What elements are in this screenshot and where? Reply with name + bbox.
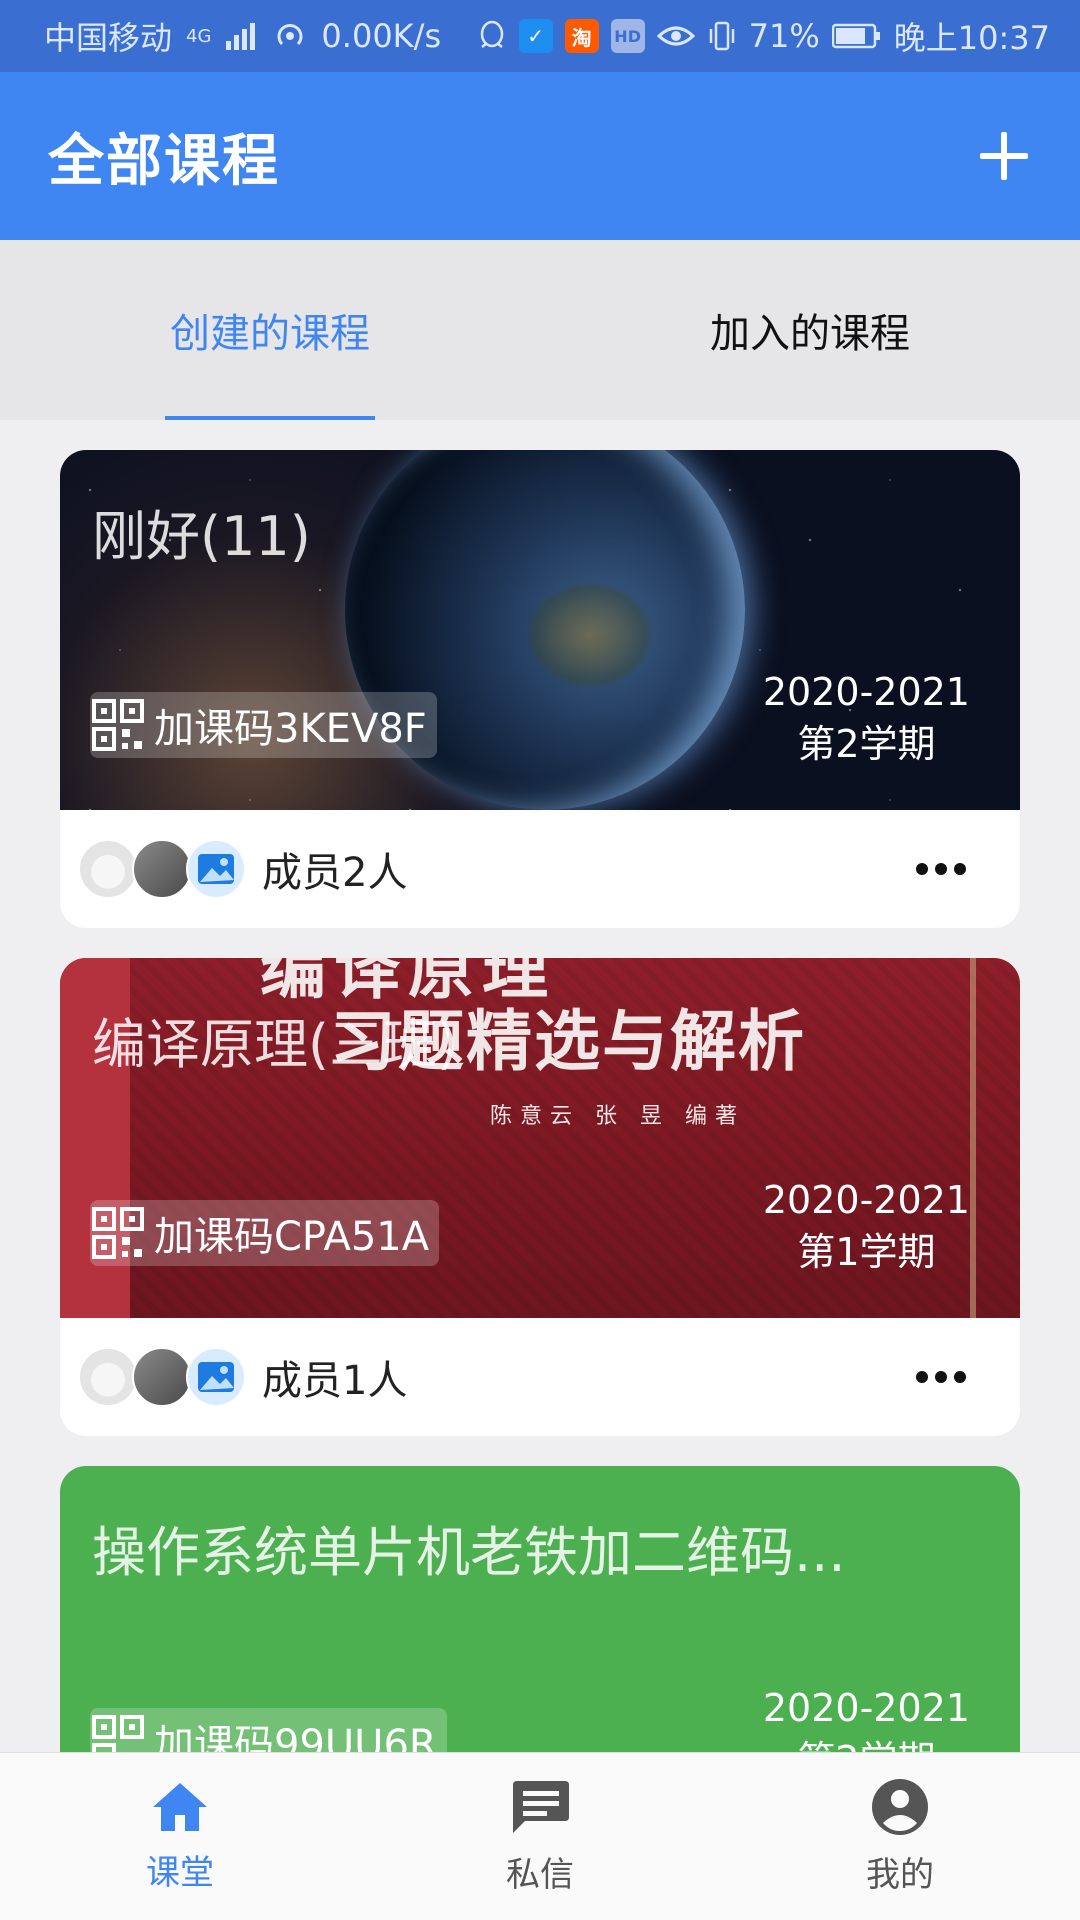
avatar (132, 1347, 192, 1407)
carrier-label: 中国移动 (44, 19, 173, 57)
nav-me[interactable]: 我的 (720, 1753, 1080, 1920)
more-dot (935, 863, 947, 875)
avatar (132, 839, 192, 899)
member-avatars (78, 839, 246, 899)
qr-code-icon (92, 699, 144, 751)
add-course-button[interactable] (976, 128, 1032, 184)
member-count: 成员2人 (262, 850, 408, 896)
account-icon (872, 1779, 928, 1835)
term-year: 2020-2021 (762, 670, 970, 715)
eye-icon (656, 26, 695, 46)
taobao-icon: 淘 (564, 19, 599, 53)
nav-messages[interactable]: 私信 (360, 1753, 720, 1920)
course-cover-image: 刚好(11) 加课码3KEV8F 2020-2021 第2学期 (60, 450, 1020, 810)
term-year: 2020-2021 (762, 1686, 970, 1731)
course-card-footer: 成员2人 (60, 810, 1020, 928)
page-title: 全部课程 (48, 128, 280, 194)
network-type: 4G (186, 25, 212, 47)
qr-code-icon (92, 1207, 144, 1259)
member-count: 成员1人 (262, 1358, 408, 1404)
course-cover-image: 编译原理 习题精选与解析 陈意云 张 昱 编著 编译原理(三班) 加课码CPA5… (60, 958, 1020, 1318)
tab-indicator (165, 416, 375, 420)
qq-icon (480, 20, 503, 48)
image-placeholder-icon (198, 1362, 234, 1392)
nav-classroom[interactable]: 课堂 (0, 1753, 360, 1920)
hd-icon: HD (610, 19, 645, 53)
book-cover-authors: 陈意云 张 昱 编著 (490, 1104, 745, 1129)
tab-created-courses[interactable]: 创建的课程 (0, 240, 540, 420)
nav-label: 私信 (506, 1855, 574, 1895)
more-dot (954, 863, 966, 875)
tab-label: 加入的课程 (710, 311, 910, 357)
shield-icon: ✓ (518, 19, 553, 53)
nav-label: 我的 (866, 1855, 934, 1895)
vibrate-icon (709, 21, 734, 51)
course-code-badge[interactable]: 加课码3KEV8F (90, 692, 437, 758)
tab-label: 创建的课程 (170, 311, 370, 357)
avatar (78, 839, 138, 899)
more-dot (954, 1371, 966, 1383)
status-bar: 中国移动 4G 0.00K/s ✓ 淘 HD 71% 晚上10:37 (0, 0, 1080, 72)
more-options-button[interactable] (916, 1371, 966, 1383)
bottom-navigation: 课堂 私信 我的 (0, 1752, 1080, 1920)
app-header: 全部课程 (0, 72, 1080, 240)
book-edge (970, 958, 976, 1318)
nav-label: 课堂 (146, 1853, 214, 1893)
signal-icon (226, 23, 256, 50)
clock: 晚上10:37 (893, 19, 1050, 57)
course-card-footer: 成员1人 (60, 1318, 1020, 1436)
term-semester: 第1学期 (797, 1229, 936, 1274)
term-year: 2020-2021 (762, 1178, 970, 1223)
image-placeholder-icon (198, 854, 234, 884)
member-avatars (78, 1347, 246, 1407)
more-dot (916, 1371, 928, 1383)
home-icon (153, 1783, 207, 1831)
course-code: 加课码3KEV8F (154, 706, 427, 752)
course-name: 刚好(11) (92, 505, 311, 568)
more-options-button[interactable] (916, 863, 966, 875)
avatar (78, 1347, 138, 1407)
course-term: 2020-2021 第2学期 (763, 667, 970, 770)
course-list: 刚好(11) 加课码3KEV8F 2020-2021 第2学期 成员2人 编译原… (60, 450, 1020, 1856)
avatar (186, 1347, 246, 1407)
tab-joined-courses[interactable]: 加入的课程 (540, 240, 1080, 420)
network-speed: 0.00K/s (321, 17, 442, 55)
message-icon (513, 1781, 569, 1833)
screen: 中国移动 4G 0.00K/s ✓ 淘 HD 71% 晚上10:37 全部课程 … (0, 0, 1080, 1920)
hotspot-icon (277, 24, 303, 46)
course-tabs: 创建的课程 加入的课程 (0, 240, 1080, 420)
term-semester: 第2学期 (797, 721, 936, 766)
course-card[interactable]: 编译原理 习题精选与解析 陈意云 张 昱 编著 编译原理(三班) 加课码CPA5… (60, 958, 1020, 1436)
battery-percent: 71% (748, 17, 820, 55)
course-term: 2020-2021 第1学期 (763, 1175, 970, 1278)
course-code: 加课码CPA51A (154, 1214, 430, 1260)
course-card[interactable]: 刚好(11) 加课码3KEV8F 2020-2021 第2学期 成员2人 (60, 450, 1020, 928)
more-dot (935, 1371, 947, 1383)
battery-icon (831, 23, 880, 49)
course-name: 操作系统单片机老铁加二维码... (92, 1521, 846, 1584)
course-code-badge[interactable]: 加课码CPA51A (90, 1200, 440, 1266)
more-dot (916, 863, 928, 875)
course-name: 编译原理(三班) (92, 1013, 459, 1076)
avatar (186, 839, 246, 899)
